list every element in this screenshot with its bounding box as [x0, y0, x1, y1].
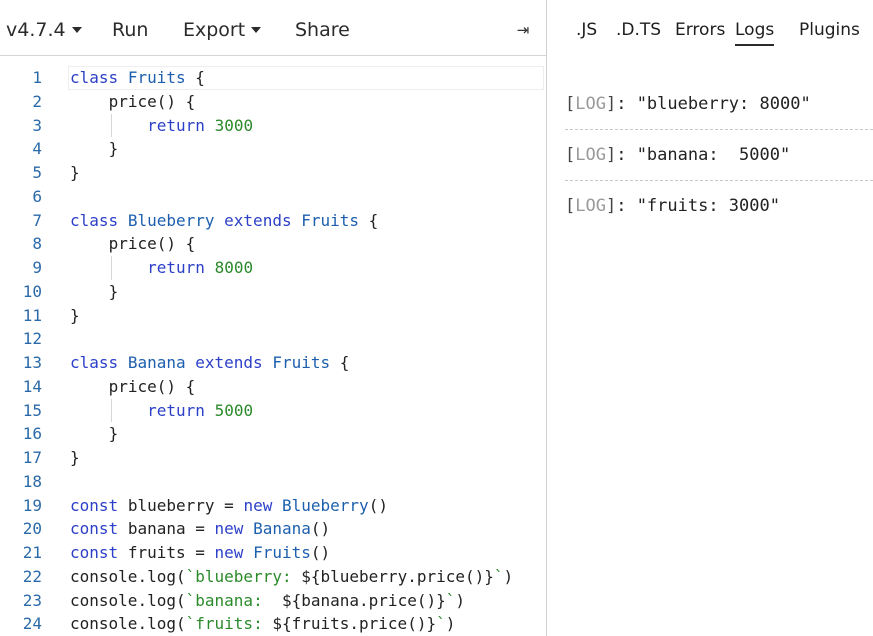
tab-plugins[interactable]: Plugins — [799, 0, 860, 44]
code-line[interactable] — [70, 327, 540, 351]
line-number: 8 — [32, 234, 42, 254]
code-line[interactable]: class Blueberry extends Fruits { — [70, 209, 540, 233]
export-dropdown[interactable]: Export — [183, 0, 262, 56]
code-editor[interactable]: 1 2 3 4 5 6 7 8 9 10 11 12 13 14 15 16 17 18 19 20 21 22 23 24 … — [0, 56, 546, 636]
tab-js[interactable]: .JS — [576, 0, 597, 44]
indent-guide — [111, 256, 112, 280]
line-number: 4 — [32, 139, 42, 159]
line-number: 23 — [22, 590, 42, 610]
code-line[interactable]: price() { — [70, 232, 540, 256]
code-line[interactable]: price() { — [70, 90, 540, 114]
line-number: 21 — [22, 543, 42, 562]
code-line[interactable]: return 5000 — [70, 398, 540, 423]
log-bracket: ] — [605, 94, 617, 114]
indent-guide — [111, 398, 112, 423]
code-line[interactable]: console.log(`blueberry: ${blueberry.pric… — [70, 565, 540, 589]
line-number: 24 — [22, 614, 42, 634]
version-label: v4.7.4 — [6, 19, 66, 41]
code-line[interactable]: const blueberry = new Blueberry() — [70, 494, 540, 518]
code-line[interactable] — [70, 470, 540, 494]
log-tag: LOG — [575, 94, 606, 114]
run-button[interactable]: Run — [112, 0, 148, 56]
tab-dts[interactable]: .D.TS — [616, 0, 661, 44]
line-number: 17 — [22, 448, 42, 467]
code-line[interactable]: class Banana extends Fruits { — [70, 351, 540, 375]
line-number: 20 — [22, 519, 42, 539]
code-line[interactable]: console.log(`fruits: ${fruits.price()}`) — [70, 612, 540, 636]
line-number: 16 — [22, 424, 42, 444]
log-bracket: ] — [605, 145, 617, 165]
log-message: : "banana: 5000" — [616, 145, 791, 165]
line-number: 3 — [32, 115, 42, 135]
code-line[interactable] — [70, 185, 540, 209]
log-entry: [LOG]: "blueberry: 8000" — [565, 79, 873, 130]
log-entry: [LOG]: "fruits: 3000" — [565, 181, 873, 232]
line-number: 13 — [22, 353, 42, 372]
line-number: 14 — [22, 376, 42, 396]
log-tag: LOG — [575, 145, 606, 165]
chevron-down-icon — [71, 27, 82, 33]
log-message: : "fruits: 3000" — [616, 196, 780, 216]
code-line[interactable]: return 3000 — [70, 113, 540, 138]
share-button[interactable]: Share — [295, 0, 350, 56]
code-line[interactable]: class Fruits { — [70, 66, 540, 90]
line-number: 11 — [22, 305, 42, 325]
code-area[interactable]: class Fruits { price() { return 3000 }} c… — [70, 66, 540, 636]
line-number: 18 — [22, 471, 42, 491]
logs-panel: [LOG]: "blueberry: 8000" [LOG]: "banana:… — [565, 79, 873, 232]
version-dropdown[interactable]: v4.7.4 — [6, 0, 82, 56]
code-line[interactable]: const banana = new Banana() — [70, 517, 540, 541]
code-line[interactable]: } — [70, 422, 540, 446]
log-message: : "blueberry: 8000" — [616, 94, 811, 114]
line-number: 2 — [32, 91, 42, 111]
log-tag: LOG — [575, 196, 606, 216]
line-number: 10 — [22, 281, 42, 301]
code-line[interactable]: } — [70, 446, 540, 470]
collapse-sidebar-icon[interactable]: ⇥ — [512, 0, 534, 56]
line-number: 22 — [22, 566, 42, 586]
line-number: 15 — [22, 400, 42, 420]
code-line[interactable]: } — [70, 137, 540, 161]
code-line[interactable]: } — [70, 161, 540, 185]
code-line[interactable]: console.log(`banana: ${banana.price()}`) — [70, 589, 540, 613]
log-bracket: ] — [605, 196, 617, 216]
pane-divider[interactable] — [546, 0, 547, 636]
output-tabs: .JS .D.TS Errors Logs Plugins — [547, 0, 873, 56]
code-line[interactable]: const fruits = new Fruits() — [70, 541, 540, 565]
line-number-gutter: 1 2 3 4 5 6 7 8 9 10 11 12 13 14 15 16 17 18 19 20 21 22 23 24 — [0, 66, 42, 636]
line-number: 19 — [22, 495, 42, 515]
code-line[interactable]: } — [70, 280, 540, 304]
log-entry: [LOG]: "banana: 5000" — [565, 130, 873, 181]
tab-errors[interactable]: Errors — [675, 0, 725, 44]
tab-logs[interactable]: Logs — [735, 0, 775, 46]
export-label: Export — [183, 19, 246, 41]
code-line[interactable]: } — [70, 304, 540, 328]
log-bracket: [ — [565, 94, 576, 114]
line-number: 12 — [22, 329, 42, 349]
log-bracket: [ — [565, 145, 576, 165]
line-number: 9 — [32, 258, 42, 277]
log-bracket: [ — [565, 196, 576, 216]
code-line[interactable]: price() { — [70, 375, 540, 399]
editor-toolbar: v4.7.4 Run Export Share ⇥ — [0, 0, 546, 56]
playground-app: v4.7.4 Run Export Share ⇥ 1 2 3 4 5 6 7 8 9 10 11 1… — [0, 0, 873, 636]
chevron-down-icon — [251, 27, 262, 33]
indent-guide — [111, 113, 112, 138]
line-number: 6 — [32, 186, 42, 206]
code-line[interactable]: return 8000 — [70, 256, 540, 280]
line-number: 1 — [32, 68, 42, 87]
line-number: 5 — [32, 163, 42, 182]
line-number: 7 — [32, 210, 42, 230]
